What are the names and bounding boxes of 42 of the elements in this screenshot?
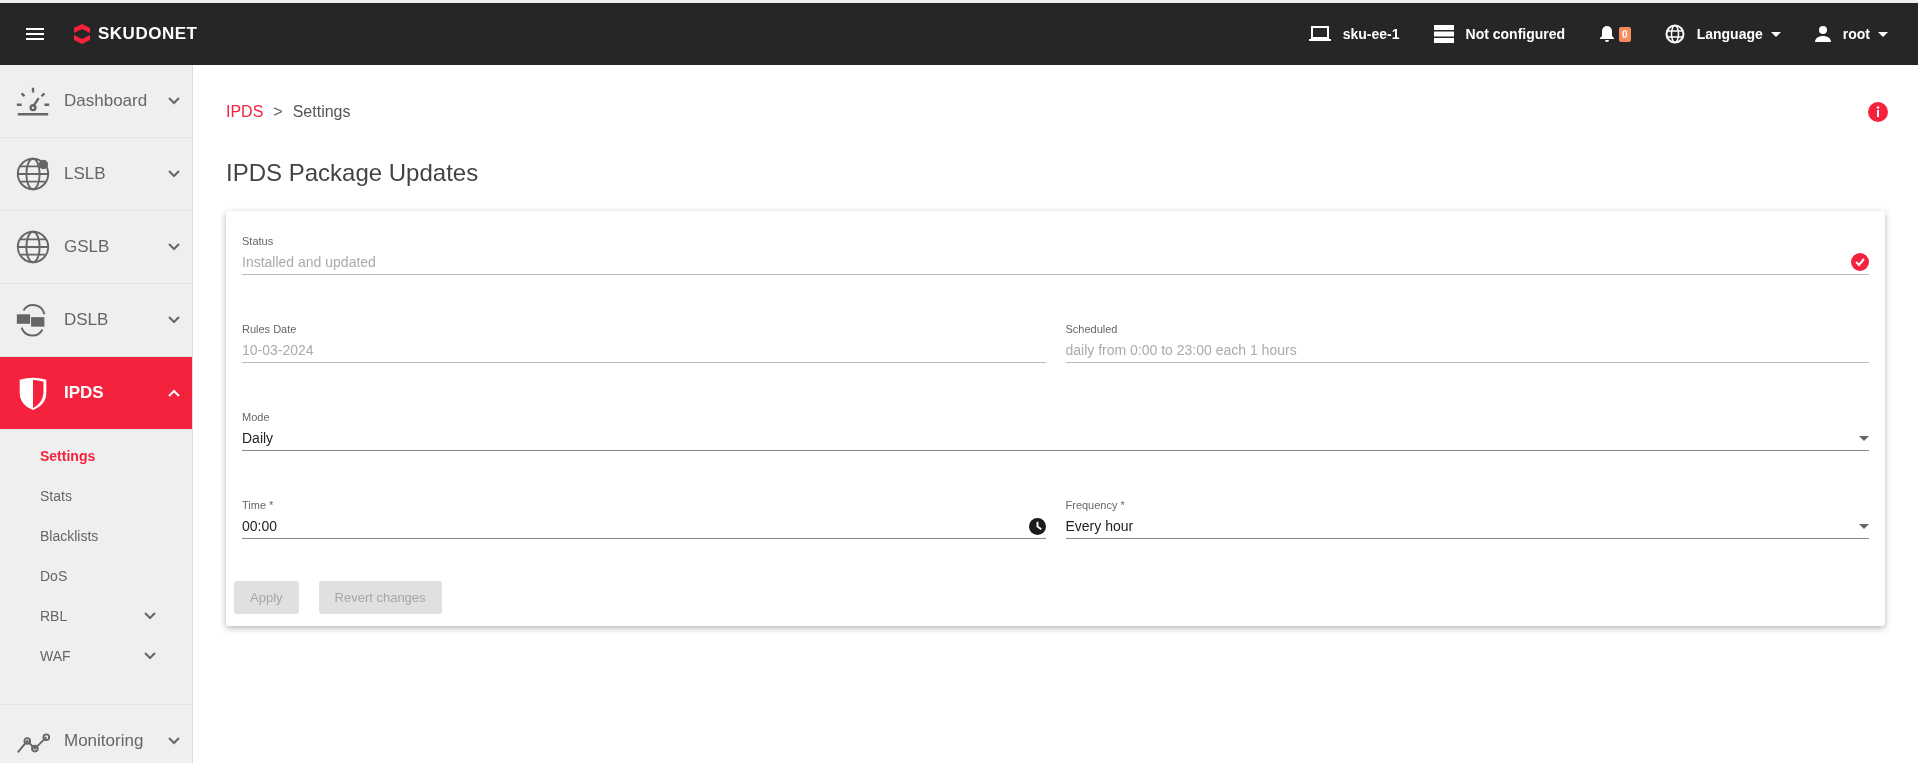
- user-menu[interactable]: root: [1814, 26, 1888, 42]
- sidebar-item[interactable]: LSLB: [0, 138, 192, 211]
- bell-icon: [1599, 25, 1616, 43]
- menu-icon[interactable]: [26, 28, 44, 40]
- text-field: Rules Date 10-03-2024: [242, 323, 1046, 363]
- sidebar-item[interactable]: Monitoring: [0, 705, 192, 763]
- breadcrumb-link[interactable]: IPDS: [226, 103, 264, 121]
- chevron-icon: [144, 612, 156, 620]
- host-item[interactable]: sku-ee-1: [1308, 26, 1400, 42]
- server-icon: [1433, 25, 1454, 43]
- submenu-item[interactable]: Blacklists: [0, 516, 192, 556]
- brand-name: SKUDONET: [98, 24, 198, 44]
- submenu-item[interactable]: Settings: [0, 436, 192, 476]
- text-field: Status Installed and updated: [242, 235, 1869, 275]
- user-icon: [1814, 26, 1831, 42]
- globe-network-icon: [14, 228, 52, 266]
- submenu-item[interactable]: DoS: [0, 556, 192, 596]
- sidebar-item[interactable]: IPDS: [0, 357, 192, 430]
- notification-count: 0: [1619, 26, 1631, 42]
- info-icon[interactable]: [1868, 102, 1888, 122]
- select-field[interactable]: Frequency * Every hour: [1065, 499, 1869, 539]
- sidebar-item[interactable]: GSLB: [0, 211, 192, 284]
- dropdown-arrow-icon: [1859, 435, 1869, 441]
- sidebar-item[interactable]: Dashboard: [0, 65, 192, 138]
- globe-pin-icon: [14, 155, 52, 193]
- cluster-item[interactable]: Not configured: [1433, 25, 1566, 43]
- clock-icon: [1028, 517, 1046, 535]
- dropdown-arrow-icon: [1859, 523, 1869, 529]
- breadcrumb-separator: >: [273, 103, 283, 121]
- laptop-icon: [1308, 26, 1331, 42]
- submenu-item[interactable]: RBL: [0, 596, 192, 636]
- submenu-item[interactable]: Stats: [0, 476, 192, 516]
- globe-icon: [1664, 24, 1685, 44]
- submenu-item[interactable]: WAF: [0, 636, 192, 676]
- logo-icon: [72, 23, 92, 45]
- language-menu[interactable]: Language: [1664, 24, 1781, 44]
- time-field[interactable]: Time * 00:00: [242, 499, 1046, 539]
- chevron-icon: [144, 652, 156, 660]
- select-field[interactable]: Mode Daily: [242, 411, 1869, 451]
- breadcrumb-current: Settings: [292, 103, 351, 121]
- text-field: Scheduled daily from 0:00 to 23:00 each 1 hours: [1065, 323, 1869, 363]
- page-title: IPDS Package Updates: [226, 159, 480, 187]
